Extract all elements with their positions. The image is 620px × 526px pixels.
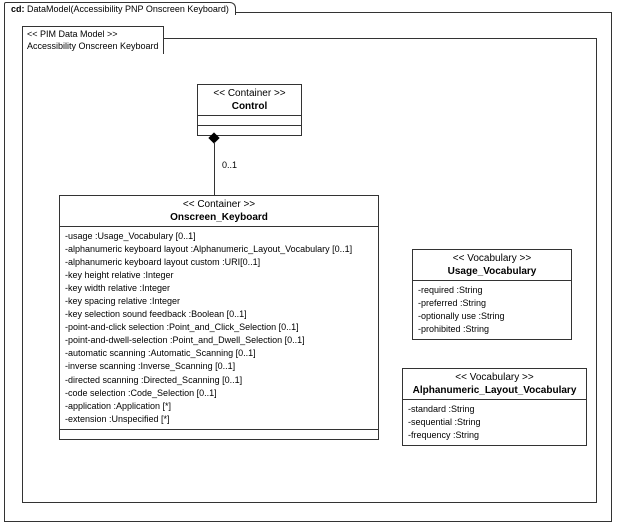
alnum-vocabulary-class: << Vocabulary >> Alphanumeric_Layout_Voc… [402, 368, 587, 446]
onscreen-attrs: -usage :Usage_Vocabulary [0..1]-alphanum… [60, 226, 378, 429]
control-name: Control [202, 100, 297, 113]
attribute-row: -key selection sound feedback :Boolean [… [65, 308, 373, 321]
onscreen-keyboard-class: << Container >> Onscreen_Keyboard -usage… [59, 195, 379, 440]
control-stereo: << Container >> [202, 87, 297, 100]
class-title: << Vocabulary >> Alphanumeric_Layout_Voc… [403, 369, 586, 399]
control-class: << Container >> Control [197, 84, 302, 136]
attribute-row: -key spacing relative :Integer [65, 295, 373, 308]
usage-name: Usage_Vocabulary [417, 265, 567, 278]
attribute-row: -preferred :String [418, 297, 566, 310]
attribute-row: -point-and-click selection :Point_and_Cl… [65, 321, 373, 334]
attribute-row: -frequency :String [408, 429, 581, 442]
attribute-row: -extension :Unspecified [*] [65, 413, 373, 426]
attribute-row: -standard :String [408, 403, 581, 416]
composition-line [214, 142, 215, 195]
attribute-row: -key height relative :Integer [65, 269, 373, 282]
tab-label: DataModel(Accessibility PNP Onscreen Key… [25, 4, 229, 14]
usage-stereo: << Vocabulary >> [417, 252, 567, 265]
package-stereo: << PIM Data Model >> [27, 28, 159, 40]
class-title: << Container >> Control [198, 85, 301, 115]
usage-vocabulary-class: << Vocabulary >> Usage_Vocabulary -requi… [412, 249, 572, 340]
attribute-row: -inverse scanning :Inverse_Scanning [0..… [65, 360, 373, 373]
onscreen-ops [60, 429, 378, 439]
usage-attrs: -required :String-preferred :String-opti… [413, 280, 571, 339]
attribute-row: -alphanumeric keyboard layout custom :UR… [65, 256, 373, 269]
class-title: << Vocabulary >> Usage_Vocabulary [413, 250, 571, 280]
attribute-row: -automatic scanning :Automatic_Scanning … [65, 347, 373, 360]
alnum-stereo: << Vocabulary >> [407, 371, 582, 384]
attribute-row: -sequential :String [408, 416, 581, 429]
alnum-name: Alphanumeric_Layout_Vocabulary [407, 384, 582, 397]
attribute-row: -usage :Usage_Vocabulary [0..1] [65, 230, 373, 243]
attribute-row: -key width relative :Integer [65, 282, 373, 295]
class-title: << Container >> Onscreen_Keyboard [60, 196, 378, 226]
diagram-tab: cd: DataModel(Accessibility PNP Onscreen… [4, 2, 236, 15]
onscreen-stereo: << Container >> [64, 198, 374, 211]
attribute-row: -code selection :Code_Selection [0..1] [65, 387, 373, 400]
attribute-row: -prohibited :String [418, 323, 566, 336]
attribute-row: -point-and-dwell-selection :Point_and_Dw… [65, 334, 373, 347]
attribute-row: -alphanumeric keyboard layout :Alphanume… [65, 243, 373, 256]
tab-prefix: cd: [11, 4, 25, 14]
multiplicity-label: 0..1 [222, 160, 237, 170]
package-tab: << PIM Data Model >> Accessibility Onscr… [22, 26, 164, 54]
attribute-row: -directed scanning :Directed_Scanning [0… [65, 374, 373, 387]
attribute-row: -optionally use :String [418, 310, 566, 323]
attribute-row: -required :String [418, 284, 566, 297]
onscreen-name: Onscreen_Keyboard [64, 211, 374, 224]
alnum-attrs: -standard :String-sequential :String-fre… [403, 399, 586, 445]
attribute-row: -application :Application [*] [65, 400, 373, 413]
package-name: Accessibility Onscreen Keyboard [27, 40, 159, 52]
control-attrs [198, 115, 301, 125]
